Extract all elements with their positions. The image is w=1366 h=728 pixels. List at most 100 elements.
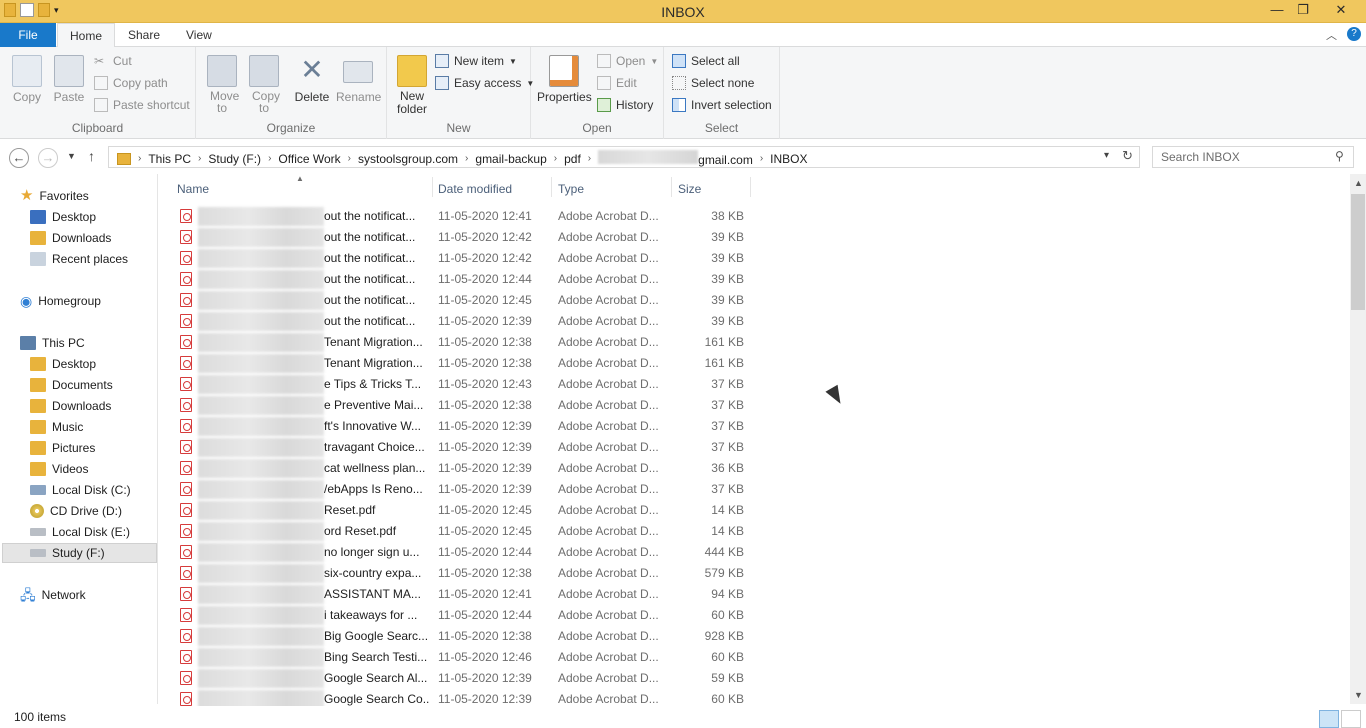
- up-arrow-icon[interactable]: ↑: [88, 148, 95, 164]
- details-view-button[interactable]: [1319, 710, 1339, 728]
- search-box[interactable]: Search INBOX ⚲: [1152, 146, 1354, 168]
- tab-share[interactable]: Share: [116, 23, 172, 47]
- nav-downloads[interactable]: Downloads: [30, 228, 111, 248]
- scroll-up-icon[interactable]: ▲: [1354, 178, 1363, 188]
- nav-this-pc[interactable]: This PC: [20, 333, 85, 353]
- paste-shortcut-button[interactable]: Paste shortcut: [94, 98, 190, 112]
- forward-button[interactable]: →: [38, 148, 58, 168]
- table-row[interactable]: travagant Choice... 11-05-2020 12:39 Adobe…: [176, 437, 756, 458]
- collapse-ribbon-icon[interactable]: ︿: [1326, 27, 1337, 43]
- table-row[interactable]: Google Search Al... 11-05-2020 12:39 Adobe…: [176, 668, 756, 689]
- properties-button[interactable]: Properties: [537, 55, 592, 104]
- crumb-pdf[interactable]: pdf: [558, 152, 587, 166]
- table-row[interactable]: e Tips & Tricks T... 11-05-2020 12:43 Adob…: [176, 374, 756, 395]
- table-row[interactable]: Tenant Migration... 11-05-2020 12:38 Adobe…: [176, 332, 756, 353]
- column-header-type[interactable]: Type: [558, 182, 584, 196]
- refresh-icon[interactable]: ↻: [1122, 148, 1133, 164]
- tab-file[interactable]: File: [0, 23, 56, 47]
- copy-to-button[interactable]: Copy to: [244, 55, 284, 114]
- nav-pc-desktop[interactable]: Desktop: [30, 354, 96, 374]
- crumb-systoolsgroup[interactable]: systoolsgroup.com: [352, 152, 464, 166]
- table-row[interactable]: Reset.pdf 11-05-2020 12:45 Adobe Acrobat D…: [176, 500, 756, 521]
- crumb-gmail-backup[interactable]: gmail-backup: [469, 152, 552, 166]
- column-divider[interactable]: [551, 177, 552, 197]
- edit-button[interactable]: Edit: [597, 76, 637, 90]
- minimize-button[interactable]: —: [1264, 0, 1290, 22]
- table-row[interactable]: Bing Search Testi... 11-05-2020 12:46 Adob…: [176, 647, 756, 668]
- crumb-account[interactable]: gmail.com: [592, 150, 759, 167]
- nav-favorites[interactable]: ★ Favorites: [20, 186, 89, 206]
- new-item-button[interactable]: New item ▼: [435, 54, 517, 68]
- vertical-scrollbar[interactable]: ▲ ▼: [1350, 174, 1366, 704]
- table-row[interactable]: out the notificat... 11-05-2020 12:39 Adob…: [176, 311, 756, 332]
- table-row[interactable]: out the notificat... 11-05-2020 12:41 Adob…: [176, 206, 756, 227]
- large-icons-view-button[interactable]: [1341, 710, 1361, 728]
- easy-access-button[interactable]: Easy access ▼: [435, 76, 534, 90]
- column-divider[interactable]: [432, 177, 433, 197]
- tab-home[interactable]: Home: [57, 23, 116, 48]
- crumb-study-f[interactable]: Study (F:): [202, 152, 267, 166]
- table-row[interactable]: e Preventive Mai... 11-05-2020 12:38 Adobe…: [176, 395, 756, 416]
- paste-button[interactable]: Paste: [50, 55, 88, 104]
- back-button[interactable]: ←: [9, 148, 29, 168]
- select-none-button[interactable]: Select none: [672, 76, 754, 90]
- nav-music[interactable]: Music: [30, 417, 83, 437]
- nav-videos[interactable]: Videos: [30, 459, 88, 479]
- crumb-inbox[interactable]: INBOX: [764, 152, 813, 166]
- select-all-button[interactable]: Select all: [672, 54, 740, 68]
- help-icon[interactable]: ?: [1347, 27, 1361, 41]
- table-row[interactable]: out the notificat... 11-05-2020 12:42 Adob…: [176, 227, 756, 248]
- table-row[interactable]: out the notificat... 11-05-2020 12:42 Adob…: [176, 248, 756, 269]
- scrollbar-thumb[interactable]: [1351, 194, 1365, 310]
- column-header-date[interactable]: Date modified: [438, 182, 512, 196]
- nav-homegroup[interactable]: ◉ Homegroup: [20, 291, 101, 311]
- rename-button[interactable]: Rename: [336, 55, 381, 104]
- nav-recent-places[interactable]: Recent places: [30, 249, 128, 269]
- search-input[interactable]: Search INBOX: [1161, 150, 1240, 164]
- recent-locations-icon[interactable]: ▼: [67, 151, 76, 161]
- table-row[interactable]: i takeaways for ... 11-05-2020 12:44 Adobe…: [176, 605, 756, 626]
- history-button[interactable]: History: [597, 98, 653, 112]
- maximize-button[interactable]: ❐: [1290, 0, 1316, 22]
- nav-documents[interactable]: Documents: [30, 375, 113, 395]
- nav-cd-drive-d[interactable]: CD Drive (D:): [30, 501, 122, 521]
- nav-pc-downloads[interactable]: Downloads: [30, 396, 111, 416]
- table-row[interactable]: ASSISTANT MA... 11-05-2020 12:41 Adobe Acr…: [176, 584, 756, 605]
- new-folder-button[interactable]: New folder: [393, 55, 431, 116]
- nav-local-disk-e[interactable]: Local Disk (E:): [30, 522, 130, 542]
- table-row[interactable]: ord Reset.pdf 11-05-2020 12:45 Adobe Acrob…: [176, 521, 756, 542]
- column-header-size[interactable]: Size: [678, 182, 701, 196]
- move-to-button[interactable]: Move to: [202, 55, 242, 114]
- open-button[interactable]: Open ▼: [597, 54, 658, 68]
- cut-button[interactable]: ✂ Cut: [94, 54, 132, 68]
- crumb-this-pc[interactable]: This PC: [142, 152, 197, 166]
- copy-path-button[interactable]: Copy path: [94, 76, 168, 90]
- invert-selection-button[interactable]: Invert selection: [672, 98, 772, 112]
- table-row[interactable]: ft's Innovative W... 11-05-2020 12:39 Adob…: [176, 416, 756, 437]
- scroll-down-icon[interactable]: ▼: [1354, 690, 1363, 700]
- column-divider[interactable]: [671, 177, 672, 197]
- nav-pictures[interactable]: Pictures: [30, 438, 95, 458]
- search-icon[interactable]: ⚲: [1335, 149, 1344, 163]
- table-row[interactable]: Tenant Migration... 11-05-2020 12:38 Adobe…: [176, 353, 756, 374]
- nav-network[interactable]: 🖧 Network: [20, 585, 86, 605]
- table-row[interactable]: cat wellness plan... 11-05-2020 12:39 Adob…: [176, 458, 756, 479]
- breadcrumb[interactable]: › This PC › Study (F:) › Office Work › s…: [108, 146, 1140, 168]
- table-row[interactable]: Big Google Searc... 11-05-2020 12:38 Adobe…: [176, 626, 756, 647]
- table-row[interactable]: out the notificat... 11-05-2020 12:44 Adob…: [176, 269, 756, 290]
- delete-button[interactable]: ✕ Delete: [292, 55, 332, 105]
- table-row[interactable]: six-country expa... 11-05-2020 12:38 Adobe…: [176, 563, 756, 584]
- crumb-office-work[interactable]: Office Work: [272, 152, 346, 166]
- table-row[interactable]: out the notificat... 11-05-2020 12:45 Adob…: [176, 290, 756, 311]
- column-header-name[interactable]: Name: [177, 182, 209, 196]
- column-divider[interactable]: [750, 177, 751, 197]
- address-dropdown-icon[interactable]: ▾: [1104, 150, 1109, 161]
- close-button[interactable]: ✕: [1328, 0, 1354, 22]
- table-row[interactable]: no longer sign u... 11-05-2020 12:44 Adobe…: [176, 542, 756, 563]
- nav-study-f[interactable]: Study (F:): [2, 543, 157, 563]
- copy-button[interactable]: Copy: [8, 55, 46, 104]
- tab-view[interactable]: View: [174, 23, 224, 47]
- table-row[interactable]: /ebApps Is Reno... 11-05-2020 12:39 Adobe …: [176, 479, 756, 500]
- nav-local-disk-c[interactable]: Local Disk (C:): [30, 480, 131, 500]
- nav-desktop[interactable]: Desktop: [30, 207, 96, 227]
